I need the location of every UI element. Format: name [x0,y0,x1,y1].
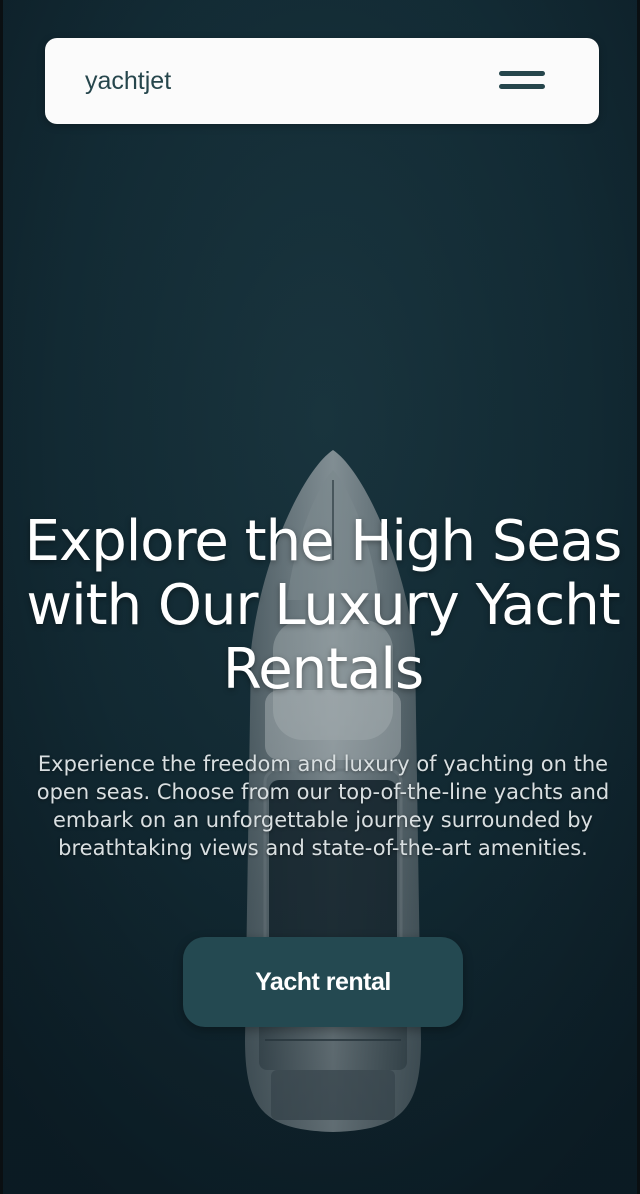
navbar: yachtjet [45,38,599,124]
menu-line-top [499,71,545,76]
hero-description: Experience the freedom and luxury of yac… [36,752,610,860]
landing-page: yachtjet Explore the High Seas with Our … [0,0,640,1194]
hero-title: Explore the High Seas with Our Luxury Ya… [24,509,623,702]
yacht-rental-button[interactable]: Yacht rental [183,937,463,1027]
menu-line-bottom [499,84,545,89]
site-logo[interactable]: yachtjet [85,38,171,124]
hamburger-menu-icon[interactable] [497,66,547,96]
